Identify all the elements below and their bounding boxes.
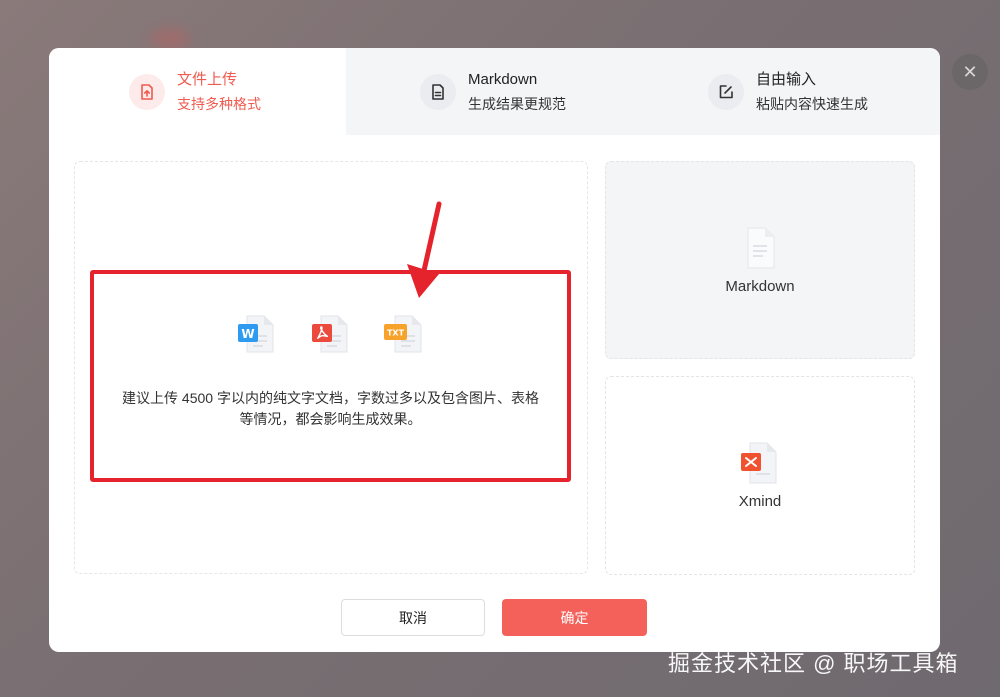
- word-doc-icon: W: [237, 315, 273, 353]
- source-tabs: 文件上传 支持多种格式 Markdown 生成结果更规范 自由输入 粘贴内容快速…: [49, 48, 940, 135]
- close-button[interactable]: ✕: [952, 54, 988, 90]
- tab-title: 文件上传: [177, 70, 238, 88]
- generate-dialog: 文件上传 支持多种格式 Markdown 生成结果更规范 自由输入 粘贴内容快速…: [49, 48, 940, 652]
- pdf-doc-icon: [311, 315, 347, 353]
- upload-hint-line: 建议上传 4500 字以内的纯文字文档，字数过多以及包含图片、表格: [122, 390, 539, 406]
- markdown-upload-card[interactable]: Markdown: [605, 161, 915, 359]
- supported-file-types: W TXT: [94, 312, 567, 356]
- tab-subtitle: 支持多种格式: [177, 95, 261, 112]
- edit-icon: [708, 73, 744, 110]
- tab-subtitle: 粘贴内容快速生成: [756, 95, 868, 112]
- tab-title: Markdown: [468, 70, 538, 88]
- card-label: Xmind: [738, 493, 782, 510]
- xmind-file-icon: [741, 442, 777, 484]
- card-label: Markdown: [725, 277, 795, 295]
- svg-text:W: W: [241, 327, 254, 341]
- annotation-highlight-box: W TXT 建议上传 4500 字以内的纯文字文档，字数过多以及包含图片、表格 …: [90, 270, 571, 482]
- markdown-file-icon: [747, 227, 775, 268]
- backdrop-blur: [150, 28, 190, 50]
- watermark: 掘金技术社区 @ 职场工具箱: [668, 651, 959, 676]
- txt-doc-icon: TXT: [383, 315, 421, 353]
- cancel-button[interactable]: 取消: [341, 599, 485, 636]
- tab-title: 自由输入: [756, 70, 817, 88]
- tab-file-upload[interactable]: 文件上传 支持多种格式: [49, 48, 346, 135]
- annotation-arrow-icon: [407, 201, 442, 298]
- tab-markdown[interactable]: Markdown 生成结果更规范: [346, 48, 636, 135]
- file-drop-zone[interactable]: W TXT 建议上传 4500 字以内的纯文字文档，字数过多以及包含图片、表格 …: [74, 161, 588, 574]
- xmind-upload-card[interactable]: Xmind: [605, 376, 915, 575]
- upload-hint: 建议上传 4500 字以内的纯文字文档，字数过多以及包含图片、表格 等情况，都会…: [94, 388, 567, 430]
- file-upload-icon: [129, 73, 165, 110]
- document-lines-icon: [420, 73, 456, 110]
- tab-free-input[interactable]: 自由输入 粘贴内容快速生成: [636, 48, 940, 135]
- svg-text:TXT: TXT: [386, 329, 404, 338]
- confirm-button[interactable]: 确定: [502, 599, 647, 636]
- close-icon: ✕: [962, 61, 978, 82]
- tab-subtitle: 生成结果更规范: [468, 95, 566, 112]
- upload-hint-line: 等情况，都会影响生成效果。: [239, 411, 422, 427]
